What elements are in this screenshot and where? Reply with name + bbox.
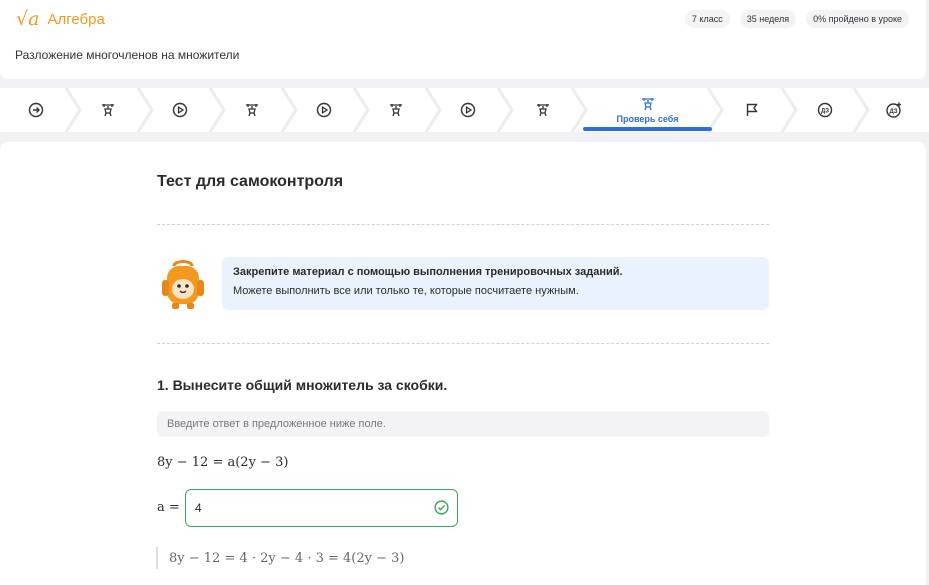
grade-badge: 7 класс [684, 10, 730, 28]
step-divider [208, 88, 226, 132]
step-divider [706, 88, 724, 132]
step-divider [136, 88, 154, 132]
step-self-check[interactable]: Проверь себя [583, 88, 712, 132]
svg-text:ДЗ: ДЗ [821, 109, 829, 115]
svg-text:ДЗ: ДЗ [889, 109, 897, 115]
task-hint: Введите ответ в предложенное ниже поле. [157, 411, 769, 437]
info-text-secondary: Можете выполнить все или только те, кото… [233, 285, 579, 297]
step-divider [570, 88, 588, 132]
trainer-icon [641, 98, 654, 111]
play-circle-icon [316, 102, 332, 118]
trainer-icon [246, 104, 258, 117]
homework-icon: ДЗ [817, 102, 833, 118]
homework-plus-icon: ДЗ [886, 102, 901, 118]
subject-name: Алгебра [47, 10, 105, 28]
info-text-main: Закрепите материал с помощью выполнения … [233, 266, 623, 278]
trainer-icon [102, 104, 114, 117]
header-card: √a Алгебра 7 класс 35 неделя 0% пройдено… [0, 0, 926, 79]
info-callout: Закрепите материал с помощью выполнения … [222, 257, 769, 310]
main-content-card [0, 142, 926, 585]
arrow-circle-icon [28, 102, 44, 118]
sqrt-a-icon: √a [16, 8, 40, 30]
subject-logo[interactable]: √a Алгебра [16, 8, 105, 30]
step-divider [352, 88, 370, 132]
solution-line: 8y − 12 = 4 · 2y − 4 · 3 = 4(2y − 3) [156, 547, 404, 569]
task-equation: 8y − 12 = a(2y − 3) [157, 455, 289, 470]
section-title: Тест для самоконтроля [157, 173, 344, 190]
answer-label: a = [157, 500, 180, 515]
play-circle-icon [172, 102, 188, 118]
lesson-badges: 7 класс 35 неделя 0% пройдено в уроке [684, 10, 909, 28]
step-divider [64, 88, 82, 132]
play-circle-icon [460, 102, 476, 118]
step-divider [280, 88, 298, 132]
step-self-check-label: Проверь себя [616, 114, 679, 124]
trainer-icon [390, 104, 402, 117]
step-divider [424, 88, 442, 132]
flag-icon [746, 103, 758, 116]
step-extra-homework[interactable]: ДЗ [862, 88, 926, 132]
step-finish[interactable] [716, 88, 788, 132]
step-3[interactable] [144, 88, 216, 132]
divider [157, 224, 769, 225]
divider [157, 343, 769, 344]
step-divider [780, 88, 798, 132]
step-divider [496, 88, 514, 132]
step-2[interactable] [72, 88, 144, 132]
week-badge: 35 неделя [739, 10, 797, 28]
step-6[interactable] [360, 88, 432, 132]
step-5[interactable] [288, 88, 360, 132]
step-divider [852, 88, 870, 132]
check-circle-icon [434, 500, 449, 515]
step-4[interactable] [216, 88, 288, 132]
step-7[interactable] [432, 88, 504, 132]
backpack-mascot-icon [162, 260, 204, 309]
progress-badge: 0% пройдено в уроке [806, 10, 909, 28]
step-1[interactable] [0, 88, 72, 132]
answer-input[interactable] [185, 489, 458, 527]
lesson-title: Разложение многочленов на множители [15, 48, 240, 62]
step-homework[interactable]: ДЗ [790, 88, 860, 132]
lesson-steps-bar: Проверь себя ДЗ ДЗ [0, 88, 929, 132]
task-title: 1. Вынесите общий множитель за скобки. [157, 377, 448, 393]
active-step-indicator [583, 127, 712, 131]
trainer-icon [537, 104, 549, 117]
